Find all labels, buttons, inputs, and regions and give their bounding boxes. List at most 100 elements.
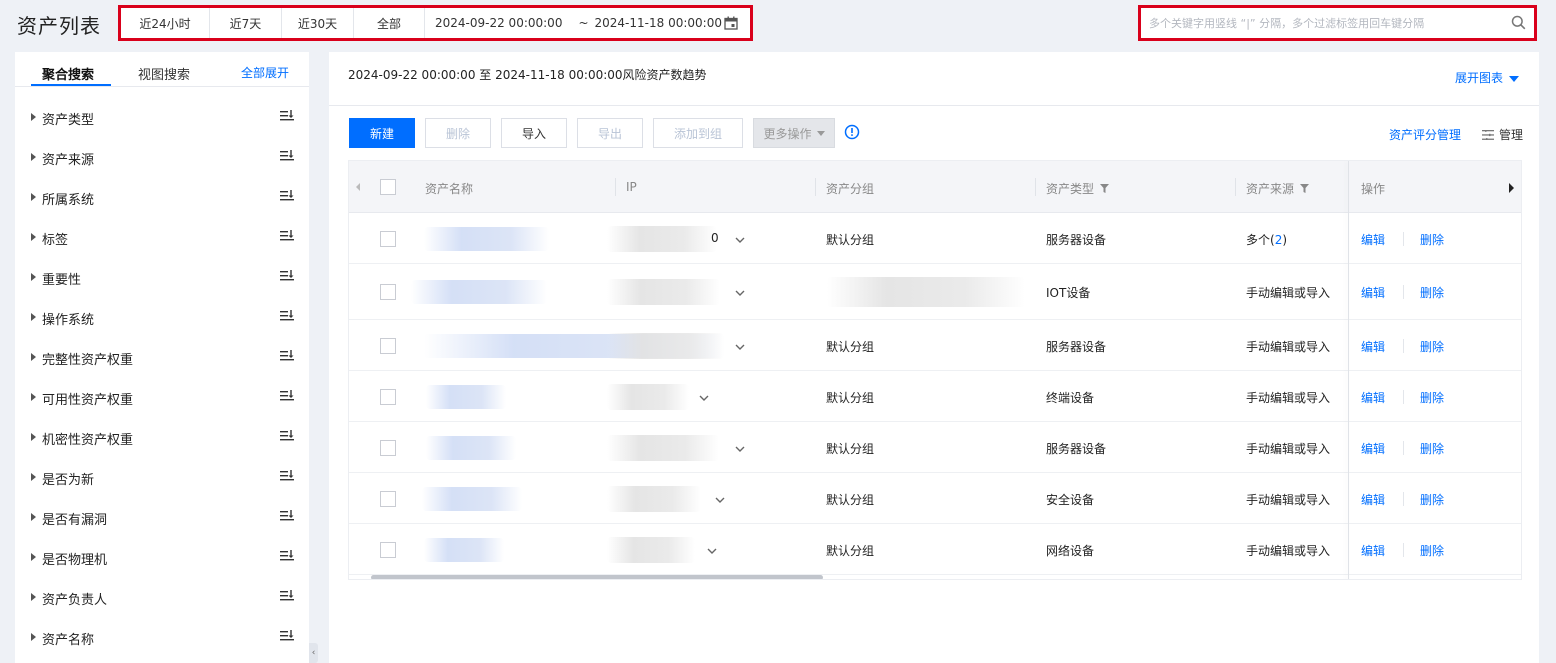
facet-item[interactable]: 是否有漏洞 bbox=[15, 505, 309, 531]
delete-link[interactable]: 删除 bbox=[1420, 389, 1444, 406]
tab-view-search[interactable]: 视图搜索 bbox=[138, 64, 190, 83]
sort-icon[interactable] bbox=[279, 348, 295, 364]
filter-icon[interactable] bbox=[1300, 184, 1310, 193]
column-divider[interactable] bbox=[615, 178, 616, 196]
row-checkbox[interactable] bbox=[380, 439, 396, 456]
asset-score-management-link[interactable]: 资产评分管理 bbox=[1389, 126, 1461, 143]
tab-aggregate-search[interactable]: 聚合搜索 bbox=[42, 64, 94, 83]
asset-name-redacted[interactable] bbox=[424, 537, 504, 562]
edit-link[interactable]: 编辑 bbox=[1361, 284, 1385, 301]
row-checkbox[interactable] bbox=[380, 541, 396, 558]
facet-item[interactable]: 是否为新 bbox=[15, 465, 309, 491]
sort-icon[interactable] bbox=[279, 388, 295, 404]
asset-name-redacted[interactable] bbox=[426, 384, 506, 409]
chevron-down-icon[interactable] bbox=[735, 290, 745, 296]
calendar-icon[interactable] bbox=[724, 16, 738, 30]
row-checkbox[interactable] bbox=[380, 490, 396, 507]
new-button[interactable]: 新建 bbox=[349, 118, 415, 148]
row-checkbox[interactable] bbox=[380, 337, 396, 354]
chevron-down-icon[interactable] bbox=[715, 497, 725, 503]
chevron-down-icon[interactable] bbox=[707, 548, 717, 554]
delete-link[interactable]: 删除 bbox=[1420, 284, 1444, 301]
sort-icon[interactable] bbox=[279, 468, 295, 484]
asset-name-redacted[interactable] bbox=[422, 486, 522, 511]
facet-item[interactable]: 资产来源 bbox=[15, 145, 309, 171]
time-24h-button[interactable]: 近24小时 bbox=[121, 8, 210, 38]
date-range-picker[interactable]: 2024-09-22 00:00:00 ~ 2024-11-18 00:00:0… bbox=[425, 8, 750, 38]
table-row[interactable]: 默认分组 安全设备 手动编辑或导入 编辑 删除 bbox=[349, 473, 1521, 524]
table-row[interactable]: 默认分组 服务器设备 手动编辑或导入 编辑 删除 bbox=[349, 422, 1521, 473]
facet-item[interactable]: 操作系统 bbox=[15, 305, 309, 331]
time-7d-button[interactable]: 近7天 bbox=[210, 8, 282, 38]
more-actions-dropdown[interactable]: 更多操作 bbox=[753, 118, 835, 148]
sort-icon[interactable] bbox=[279, 308, 295, 324]
info-icon[interactable] bbox=[844, 124, 860, 140]
delete-link[interactable]: 删除 bbox=[1420, 440, 1444, 457]
delete-link[interactable]: 删除 bbox=[1420, 491, 1444, 508]
import-button[interactable]: 导入 bbox=[501, 118, 567, 148]
sort-icon[interactable] bbox=[279, 108, 295, 124]
table-row[interactable]: IOT设备 手动编辑或导入 编辑 删除 bbox=[349, 264, 1521, 320]
edit-link[interactable]: 编辑 bbox=[1361, 440, 1385, 457]
show-chart-toggle[interactable]: 展开图表 bbox=[1455, 69, 1519, 86]
row-checkbox[interactable] bbox=[380, 230, 396, 247]
select-all-checkbox[interactable] bbox=[380, 179, 396, 195]
sort-icon[interactable] bbox=[279, 628, 295, 644]
facet-item[interactable]: 所属系统 bbox=[15, 185, 309, 211]
search-input[interactable] bbox=[1147, 12, 1497, 34]
facet-item[interactable]: 机密性资产权重 bbox=[15, 425, 309, 451]
scroll-left-arrow-icon[interactable] bbox=[356, 183, 360, 191]
scroll-right-arrow-icon[interactable] bbox=[1509, 183, 1514, 193]
sort-icon[interactable] bbox=[279, 428, 295, 444]
row-checkbox[interactable] bbox=[380, 388, 396, 405]
delete-link[interactable]: 删除 bbox=[1420, 542, 1444, 559]
expand-all-link[interactable]: 全部展开 bbox=[241, 64, 289, 81]
asset-name-redacted[interactable] bbox=[426, 435, 516, 460]
table-row[interactable]: 默认分组 终端设备 手动编辑或导入 编辑 删除 bbox=[349, 371, 1521, 422]
column-manage-button[interactable]: 管理 bbox=[1481, 126, 1523, 143]
table-row[interactable]: 默认分组 网络设备 手动编辑或导入 编辑 删除 bbox=[349, 524, 1521, 575]
row-checkbox[interactable] bbox=[380, 284, 396, 300]
search-icon[interactable] bbox=[1511, 15, 1526, 30]
column-divider[interactable] bbox=[1035, 178, 1036, 196]
sidebar-collapse-button[interactable]: ‹ bbox=[309, 643, 318, 663]
delete-link[interactable]: 删除 bbox=[1420, 338, 1444, 355]
chevron-down-icon[interactable] bbox=[735, 446, 745, 452]
export-button[interactable]: 导出 bbox=[577, 118, 643, 148]
facet-item[interactable]: 资产名称 bbox=[15, 625, 309, 651]
column-divider[interactable] bbox=[1235, 178, 1236, 196]
facet-item[interactable]: 是否物理机 bbox=[15, 545, 309, 571]
sort-icon[interactable] bbox=[279, 268, 295, 284]
sort-icon[interactable] bbox=[279, 148, 295, 164]
chevron-down-icon[interactable] bbox=[699, 395, 709, 401]
filter-icon[interactable] bbox=[1100, 184, 1110, 193]
delete-link[interactable]: 删除 bbox=[1420, 231, 1444, 248]
asset-name-redacted[interactable] bbox=[411, 280, 547, 304]
edit-link[interactable]: 编辑 bbox=[1361, 491, 1385, 508]
facet-item[interactable]: 重要性 bbox=[15, 265, 309, 291]
delete-button[interactable]: 删除 bbox=[425, 118, 491, 148]
chevron-down-icon[interactable] bbox=[735, 344, 745, 350]
table-row[interactable]: 默认分组 服务器设备 手动编辑或导入 编辑 删除 bbox=[349, 320, 1521, 371]
sort-icon[interactable] bbox=[279, 228, 295, 244]
facet-item[interactable]: 标签 bbox=[15, 225, 309, 251]
add-to-group-button[interactable]: 添加到组 bbox=[653, 118, 743, 148]
time-30d-button[interactable]: 近30天 bbox=[282, 8, 354, 38]
edit-link[interactable]: 编辑 bbox=[1361, 389, 1385, 406]
edit-link[interactable]: 编辑 bbox=[1361, 542, 1385, 559]
chevron-down-icon[interactable] bbox=[735, 237, 745, 243]
sort-icon[interactable] bbox=[279, 548, 295, 564]
facet-item[interactable]: 可用性资产权重 bbox=[15, 385, 309, 411]
facet-item[interactable]: 资产类型 bbox=[15, 105, 309, 131]
time-all-button[interactable]: 全部 bbox=[354, 8, 425, 38]
edit-link[interactable]: 编辑 bbox=[1361, 338, 1385, 355]
facet-item[interactable]: 资产负责人 bbox=[15, 585, 309, 611]
horizontal-scrollbar[interactable] bbox=[371, 575, 823, 579]
edit-link[interactable]: 编辑 bbox=[1361, 231, 1385, 248]
sort-icon[interactable] bbox=[279, 508, 295, 524]
sort-icon[interactable] bbox=[279, 588, 295, 604]
column-divider[interactable] bbox=[815, 178, 816, 196]
facet-item[interactable]: 完整性资产权重 bbox=[15, 345, 309, 371]
sort-icon[interactable] bbox=[279, 188, 295, 204]
asset-name-redacted[interactable] bbox=[424, 226, 549, 251]
